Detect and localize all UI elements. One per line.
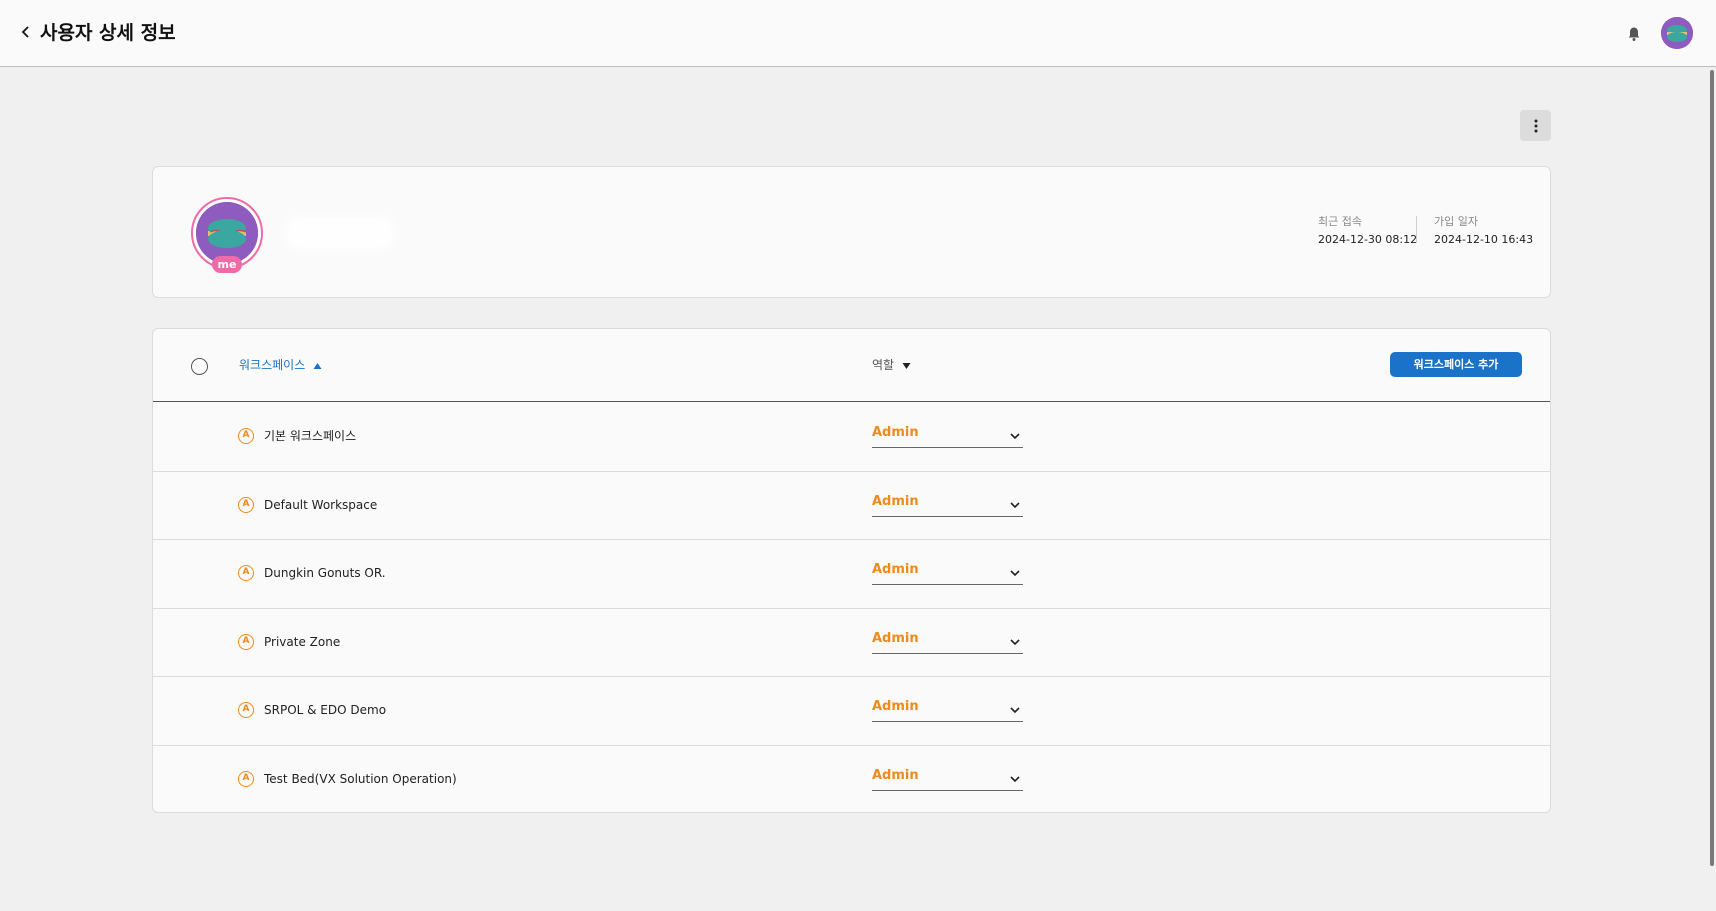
role-select[interactable]: Admin xyxy=(872,491,1023,517)
column-header-role[interactable]: 역할 xyxy=(872,356,911,374)
scrollbar-thumb[interactable] xyxy=(1710,70,1714,866)
user-avatar[interactable] xyxy=(1661,17,1693,49)
workspace-name: 기본 워크스페이스 xyxy=(264,429,357,443)
role-select[interactable]: Admin xyxy=(872,765,1023,791)
workspace-admin-icon: A xyxy=(238,702,254,718)
role-value: Admin xyxy=(872,425,919,440)
workspace-admin-icon: A xyxy=(238,496,254,513)
last-access-block: 최근 접속 2024-12-30 08:12 xyxy=(1318,215,1417,248)
role-value: Admin xyxy=(872,699,919,714)
table-row[interactable]: A Dungkin Gonuts OR. Admin xyxy=(153,540,1550,609)
column-workspace-label: 워크스페이스 xyxy=(239,358,306,372)
role-select[interactable]: Admin xyxy=(872,559,1023,585)
redacted-user-name xyxy=(285,217,395,249)
avatar-image xyxy=(196,202,258,264)
joined-block: 가입 일자 2024-12-10 16:43 xyxy=(1434,215,1533,248)
chevron-left-icon xyxy=(21,26,29,38)
joined-value: 2024-12-10 16:43 xyxy=(1434,233,1534,246)
column-role-label: 역할 xyxy=(872,358,895,372)
top-bar: 사용자 상세 정보 xyxy=(0,0,1716,67)
role-value: Admin xyxy=(872,493,919,509)
role-select[interactable]: Admin xyxy=(872,628,1023,654)
role-select[interactable]: Admin xyxy=(872,696,1023,722)
workspace-name: Default Workspace xyxy=(264,497,378,512)
workspace-name: Private Zone xyxy=(264,634,341,649)
last-access-label: 최근 접속 xyxy=(1318,215,1362,228)
table-row[interactable]: A SRPOL & EDO Demo Admin xyxy=(153,677,1550,746)
workspace-name: Test Bed(VX Solution Operation) xyxy=(264,771,457,786)
workspace-table: 워크스페이스 역할 워크스페이스 추가 A 기본 워크스페이스 Admin A Defa… xyxy=(152,328,1551,813)
chevron-down-icon xyxy=(1010,570,1020,577)
chevron-down-icon xyxy=(1010,638,1020,645)
role-select[interactable]: Admin xyxy=(872,422,1023,448)
bell-icon xyxy=(1628,27,1640,41)
joined-label: 가입 일자 xyxy=(1434,215,1478,228)
table-row[interactable]: A Private Zone Admin xyxy=(153,609,1550,677)
add-workspace-button[interactable]: 워크스페이스 추가 xyxy=(1390,352,1522,377)
workspace-admin-icon: A xyxy=(238,428,254,444)
sort-down-icon xyxy=(902,362,911,369)
role-value: Admin xyxy=(872,767,919,783)
table-row[interactable]: A Test Bed(VX Solution Operation) Admin xyxy=(153,746,1550,813)
more-options-button[interactable] xyxy=(1520,110,1551,141)
notification-button[interactable] xyxy=(1622,22,1646,46)
back-button[interactable] xyxy=(14,20,38,44)
chevron-down-icon xyxy=(1010,433,1020,440)
profile-avatar: me xyxy=(191,197,263,273)
profile-card: me 최근 접속 2024-12-30 08:12 가입 일자 2024-12-… xyxy=(152,166,1551,298)
page-title: 사용자 상세 정보 xyxy=(40,22,176,44)
chevron-down-icon xyxy=(1010,775,1020,782)
last-access-value: 2024-12-30 08:12 xyxy=(1318,233,1418,246)
workspace-name: SRPOL & EDO Demo xyxy=(264,703,387,717)
macaron-avatar-icon xyxy=(196,202,258,264)
meta-divider xyxy=(1416,216,1417,243)
role-value: Admin xyxy=(872,562,919,577)
chevron-down-icon xyxy=(1010,707,1020,714)
table-header: 워크스페이스 역할 워크스페이스 추가 xyxy=(153,329,1550,402)
table-row[interactable]: A 기본 워크스페이스 Admin xyxy=(153,403,1550,472)
me-badge: me xyxy=(212,256,242,273)
table-row[interactable]: A Default Workspace Admin xyxy=(153,472,1550,540)
select-all-radio[interactable] xyxy=(191,358,208,375)
sort-up-icon xyxy=(313,362,322,369)
workspace-admin-icon: A xyxy=(238,565,254,581)
workspace-name: Dungkin Gonuts OR. xyxy=(264,566,386,580)
chevron-down-icon xyxy=(1010,501,1020,508)
column-header-workspace[interactable]: 워크스페이스 xyxy=(239,356,322,374)
page-scrollbar[interactable] xyxy=(1708,68,1716,911)
workspace-admin-icon: A xyxy=(238,633,254,650)
workspace-admin-icon: A xyxy=(238,770,254,787)
role-value: Admin xyxy=(872,630,919,646)
macaron-avatar-icon xyxy=(1661,17,1693,49)
more-vertical-icon xyxy=(1534,119,1537,132)
